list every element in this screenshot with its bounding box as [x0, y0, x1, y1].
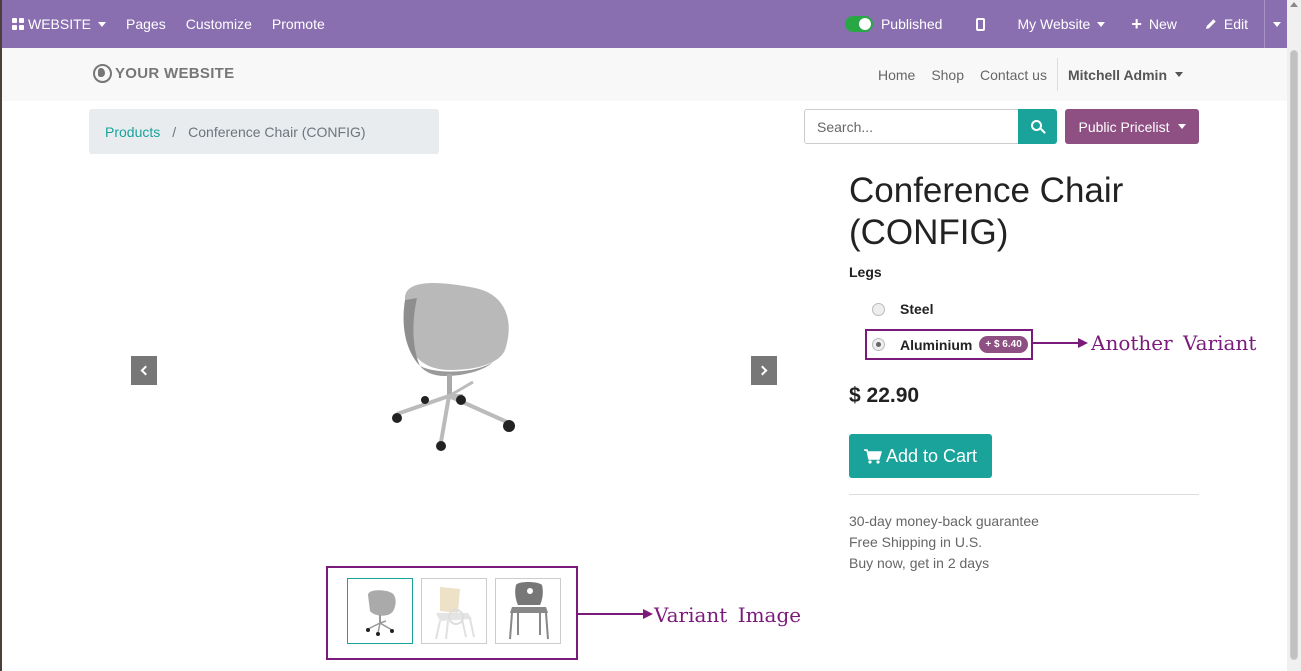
user-name: Mitchell Admin	[1067, 66, 1167, 83]
published-label: Published	[880, 16, 943, 32]
website-menu-label: WEBSITE	[28, 16, 92, 32]
pencil-icon	[1205, 19, 1216, 29]
main-nav: Home Shop Contact us Mitchell Admin	[870, 48, 1191, 101]
product-price: $ 22.90	[849, 384, 920, 407]
add-to-cart-label: Add to Cart	[885, 445, 978, 466]
chevron-down-icon	[98, 21, 107, 27]
annotation-arrow-line	[578, 613, 644, 615]
chevron-down-icon	[1273, 21, 1281, 27]
customize-menu[interactable]: Customize	[176, 0, 262, 48]
info-money-back: 30-day money-back guarantee	[849, 513, 1039, 529]
nav-home[interactable]: Home	[870, 67, 923, 83]
site-logo[interactable]: YOUR WEBSITE	[93, 64, 234, 83]
edit-options-dropdown[interactable]	[1265, 0, 1287, 48]
product-title: Conference Chair (CONFIG)	[849, 171, 1124, 252]
radio-button[interactable]	[872, 302, 885, 316]
nav-contact-us[interactable]: Contact us	[972, 67, 1055, 83]
nav-shop[interactable]: Shop	[923, 67, 972, 83]
new-button[interactable]: + New	[1121, 0, 1195, 48]
user-menu[interactable]: Mitchell Admin	[1060, 67, 1191, 83]
apps-grid-icon	[12, 18, 24, 30]
search-input[interactable]	[804, 109, 1019, 144]
site-header: YOUR WEBSITE Home Shop Contact us Mitche…	[2, 48, 1287, 101]
thumbnail-chair-dark[interactable]	[495, 578, 561, 644]
edit-label: Edit	[1223, 16, 1248, 32]
breadcrumb-current: Conference Chair (CONFIG)	[188, 123, 366, 140]
info-free-shipping: Free Shipping in U.S.	[849, 534, 983, 550]
chair-thumbnail-image	[435, 587, 475, 640]
search-icon	[1031, 120, 1042, 131]
annotation-arrow-head-icon	[643, 609, 653, 619]
admin-top-bar: WEBSITE Pages Customize Promote Publishe…	[2, 0, 1287, 48]
chevron-down-icon	[1177, 124, 1186, 129]
chair-thumbnail-image	[509, 582, 549, 640]
annotation-arrow-head-icon	[1078, 338, 1088, 348]
thumbnail-chair-grey[interactable]	[347, 578, 413, 644]
new-label: New	[1148, 16, 1177, 32]
promote-menu[interactable]: Promote	[262, 0, 335, 48]
attribute-label-legs: Legs	[849, 264, 882, 280]
website-menu[interactable]: WEBSITE	[2, 0, 116, 48]
logo-text: YOUR WEBSITE	[115, 65, 235, 82]
edit-button[interactable]: Edit	[1195, 0, 1264, 48]
globe-icon	[93, 64, 112, 83]
info-delivery-time: Buy now, get in 2 days	[849, 555, 990, 571]
divider	[849, 494, 1199, 495]
page-scrollbar[interactable]	[1287, 0, 1301, 671]
publish-toggle[interactable]: Published	[835, 0, 955, 48]
breadcrumb: Products / Conference Chair (CONFIG)	[89, 109, 439, 154]
annotation-variant-image: Variant Image	[654, 603, 802, 627]
pages-menu[interactable]: Pages	[116, 0, 176, 48]
mobile-phone-icon	[976, 17, 986, 31]
variant-option-steel[interactable]: Steel	[872, 301, 933, 317]
another-variant-highlight	[865, 329, 1033, 360]
annotation-arrow-line	[1033, 342, 1079, 344]
my-website-label: My Website	[1017, 16, 1091, 32]
scroll-up-arrow-icon[interactable]	[1290, 2, 1298, 7]
scrollbar-thumb[interactable]	[1290, 50, 1298, 660]
shopping-cart-icon	[863, 448, 882, 464]
search-button[interactable]	[1018, 109, 1057, 144]
carousel-prev-button[interactable]	[131, 356, 157, 385]
pricelist-dropdown[interactable]: Public Pricelist	[1065, 109, 1199, 144]
thumbnail-chair-beige[interactable]	[421, 578, 487, 644]
chevron-right-icon	[757, 365, 768, 376]
chair-thumbnail-image	[366, 590, 396, 636]
carousel-next-button[interactable]	[751, 356, 777, 385]
breadcrumb-products-link[interactable]: Products	[105, 124, 160, 140]
add-to-cart-button[interactable]: Add to Cart	[849, 434, 992, 478]
my-website-menu[interactable]: My Website	[1007, 0, 1121, 48]
annotation-another-variant: Another Variant	[1091, 331, 1257, 355]
nav-divider	[1056, 58, 1058, 91]
chevron-down-icon	[1175, 72, 1183, 77]
mobile-preview-button[interactable]	[954, 0, 1007, 48]
toggle-switch-icon	[844, 16, 873, 32]
pricelist-label: Public Pricelist	[1078, 118, 1170, 135]
product-main-image	[392, 283, 515, 451]
plus-icon: +	[1131, 14, 1142, 34]
breadcrumb-separator: /	[172, 123, 177, 140]
chevron-left-icon	[140, 365, 151, 376]
variant-option-label: Steel	[900, 301, 934, 317]
chevron-down-icon	[1097, 21, 1106, 27]
